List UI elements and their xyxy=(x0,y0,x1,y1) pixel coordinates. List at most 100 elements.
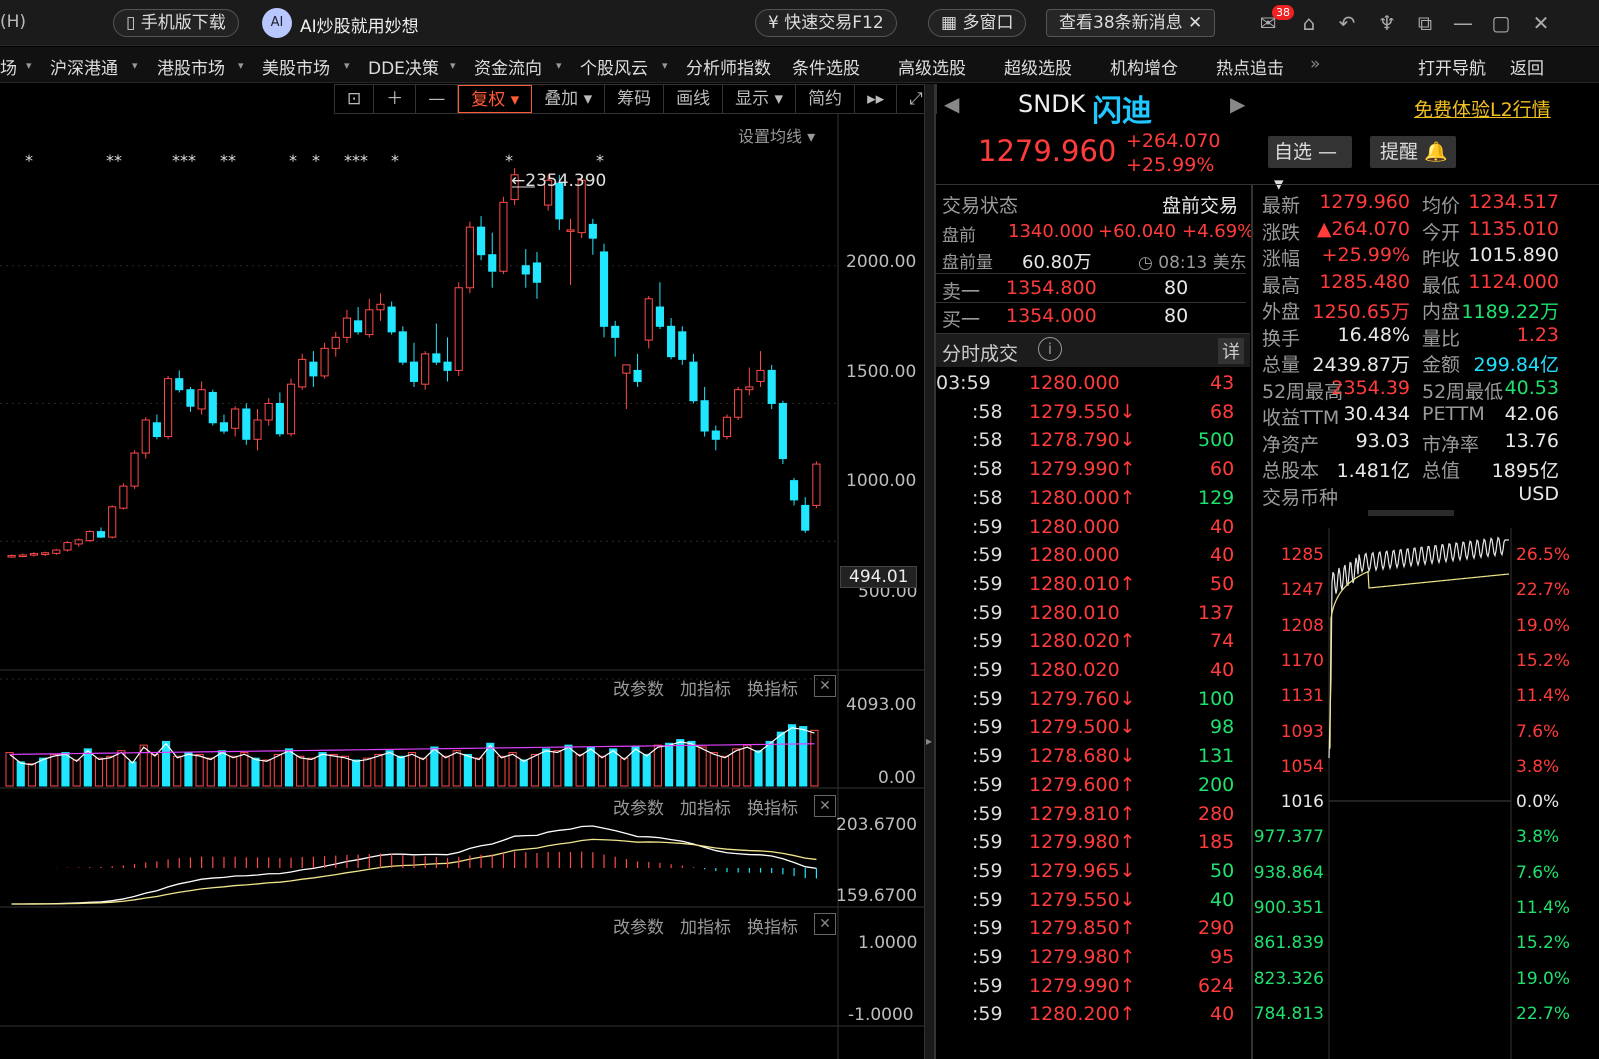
menu-item[interactable]: 机构增仓 xyxy=(1110,54,1178,79)
back-icon[interactable]: ↶ xyxy=(1334,10,1360,36)
menu-item[interactable]: 超级选股 xyxy=(1004,54,1072,79)
stats-collapse-handle[interactable] xyxy=(1368,510,1454,516)
menu-item[interactable]: 资金流向 xyxy=(474,54,542,79)
close-subchart-icon[interactable]: ✕ xyxy=(814,675,836,697)
stat-label: 换手 xyxy=(1262,327,1301,350)
menu-item[interactable]: 分析师指数 xyxy=(686,54,771,79)
chips-button[interactable]: 筹码 xyxy=(605,85,665,113)
event-marker[interactable]: * xyxy=(596,151,604,170)
menu-item[interactable]: 场 xyxy=(0,54,17,79)
add-indicator-link[interactable]: 加指标 xyxy=(680,913,731,938)
y-axis-label: 1000.00 xyxy=(846,471,917,491)
event-marker[interactable]: * xyxy=(289,151,297,170)
free-l2-link[interactable]: 免费体验L2行情 xyxy=(1414,95,1551,122)
prev-stock-icon[interactable]: ◀ xyxy=(944,92,959,116)
event-marker[interactable]: ** xyxy=(220,151,236,170)
candle-body xyxy=(208,391,217,424)
stat-value: 1189.22万 xyxy=(1461,301,1559,323)
display-button[interactable]: 显示 ▾ xyxy=(723,85,797,113)
news-button[interactable]: 查看38条新消息 ✕ xyxy=(1046,9,1216,37)
open-nav-link[interactable]: 打开导航 xyxy=(1418,54,1486,79)
candle-body xyxy=(96,531,106,538)
candle-body xyxy=(85,531,94,542)
maximize-icon[interactable]: ▢ xyxy=(1488,10,1514,36)
fast-forward-icon[interactable]: ▸▸ xyxy=(855,85,898,113)
close-news-icon[interactable]: ✕ xyxy=(1188,13,1202,33)
menu-item[interactable]: 热点追击 xyxy=(1216,54,1284,79)
event-marker[interactable]: * xyxy=(391,151,399,170)
menu-item[interactable]: 条件选股 xyxy=(792,54,860,79)
stat-value: 1135.010 xyxy=(1468,217,1559,240)
menu-item[interactable]: 沪深港通 xyxy=(50,54,118,79)
add-indicator-link[interactable]: 加指标 xyxy=(680,794,731,819)
event-marker[interactable]: * xyxy=(25,151,33,170)
info-icon[interactable]: i xyxy=(1038,337,1062,361)
edit-params-link[interactable]: 改参数 xyxy=(613,675,664,700)
switch-indicator-link[interactable]: 换指标 xyxy=(747,794,798,819)
restore-layout-icon[interactable]: ⧉ xyxy=(1412,10,1438,36)
add-indicator-link[interactable]: 加指标 xyxy=(680,675,731,700)
ai-promo-text[interactable]: AI炒股就用妙想 xyxy=(300,12,419,37)
switch-indicator-link[interactable]: 换指标 xyxy=(747,913,798,938)
next-stock-icon[interactable]: ▶ xyxy=(1230,92,1245,116)
stat-value: 2439.87万 xyxy=(1312,354,1410,376)
zoom-out-icon[interactable]: — xyxy=(416,85,459,113)
stat-value: 30.434 xyxy=(1343,403,1410,425)
alert-button[interactable]: 提醒 🔔 xyxy=(1370,136,1456,168)
volume-bar xyxy=(106,755,115,787)
intraday-pct-label: 22.7% xyxy=(1516,1003,1571,1024)
draw-button[interactable]: 画线 xyxy=(664,85,724,113)
tick-time: :59 xyxy=(972,802,1003,825)
event-marker[interactable]: ** xyxy=(106,151,122,170)
minimize-icon[interactable]: — xyxy=(1450,10,1476,36)
event-marker[interactable]: * xyxy=(312,151,320,170)
close-icon[interactable]: ✕ xyxy=(1528,10,1554,36)
ticks-detail-button[interactable]: 详 xyxy=(1218,338,1244,364)
candle-body xyxy=(443,361,452,371)
close-subchart-icon[interactable]: ✕ xyxy=(814,913,836,935)
volume-bar xyxy=(195,753,204,787)
menu-more-icon[interactable]: » xyxy=(1310,54,1320,74)
tick-volume: 50 xyxy=(1210,859,1235,882)
volume-bar xyxy=(39,757,48,787)
mobile-download-button[interactable]: ▯ 手机版下载 xyxy=(113,9,239,37)
watchlist-button[interactable]: 自选 — ▾ xyxy=(1268,136,1352,195)
volume-bar xyxy=(631,746,640,787)
event-marker[interactable]: *** xyxy=(172,151,196,170)
tick-volume: 40 xyxy=(1210,1003,1235,1026)
edit-params-link[interactable]: 改参数 xyxy=(613,794,664,819)
unlock-icon[interactable]: ⊡ xyxy=(335,85,375,113)
quick-trade-button[interactable]: ¥ 快速交易F12 xyxy=(755,9,897,37)
edit-params-link[interactable]: 改参数 xyxy=(613,913,664,938)
intraday-price-label: 1170 xyxy=(1280,650,1324,671)
panel-splitter[interactable]: ▸ xyxy=(924,84,934,1059)
volume-bar xyxy=(128,761,137,787)
candle-body xyxy=(52,549,61,554)
collapse-arrow-icon[interactable]: ▸ xyxy=(926,734,932,748)
stat-label: 内盘 xyxy=(1422,301,1461,323)
back-link[interactable]: 返回 xyxy=(1510,54,1544,79)
close-subchart-icon[interactable]: ✕ xyxy=(814,795,836,817)
adjust-button[interactable]: 复权 ▾ xyxy=(458,85,533,113)
home-icon[interactable]: ⌂ xyxy=(1296,10,1322,36)
candle-body xyxy=(655,306,664,327)
simple-button[interactable]: 简约 xyxy=(796,85,856,113)
event-marker[interactable]: * xyxy=(505,151,513,170)
volume-bar xyxy=(117,750,126,787)
multi-window-button[interactable]: ▦ 多窗口 xyxy=(928,9,1027,37)
switch-indicator-link[interactable]: 换指标 xyxy=(747,675,798,700)
skin-icon[interactable]: ♆ xyxy=(1374,10,1400,36)
zoom-in-icon[interactable]: ＋ xyxy=(374,85,417,113)
menu-item[interactable]: 美股市场 xyxy=(262,54,330,79)
overlay-button[interactable]: 叠加 ▾ xyxy=(532,85,606,113)
volume-bar xyxy=(575,753,584,787)
tick-time: :59 xyxy=(972,515,1003,538)
menu-item[interactable]: 个股风云 xyxy=(580,54,648,79)
menu-item[interactable]: DDE决策 xyxy=(368,54,439,79)
clock-icon: ◷ xyxy=(1138,253,1153,273)
candle-body xyxy=(678,331,687,360)
menu-item[interactable]: 高级选股 xyxy=(898,54,966,79)
menu-item[interactable]: 港股市场 xyxy=(157,54,225,79)
event-marker[interactable]: *** xyxy=(344,151,368,170)
ai-robot-icon[interactable]: AI xyxy=(262,8,292,38)
